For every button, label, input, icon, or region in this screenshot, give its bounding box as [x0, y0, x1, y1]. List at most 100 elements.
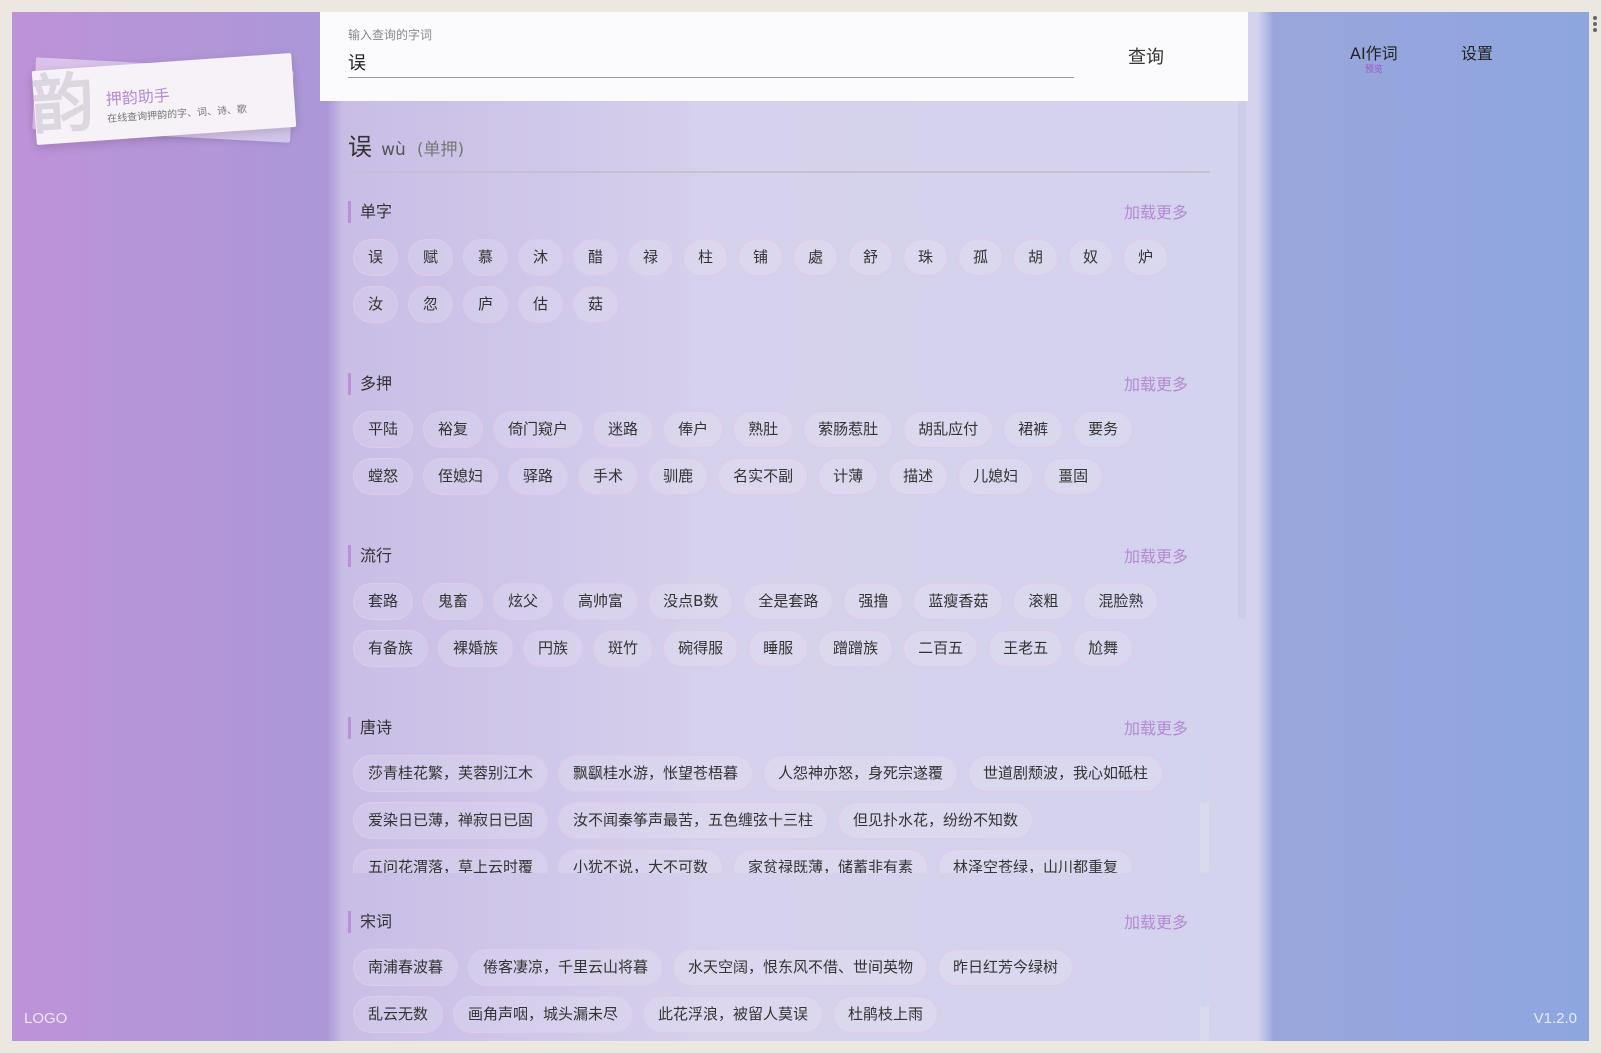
tang-scrollbar[interactable]: [1200, 755, 1209, 803]
rhyme-tag[interactable]: 螳怒: [353, 458, 414, 495]
rhyme-tag[interactable]: 碗得服: [663, 630, 739, 667]
rhyme-tag[interactable]: 畺固: [1043, 458, 1104, 495]
tag-list[interactable]: 南浦春波暮 倦客凄凉，千里云山将暮 水天空阔，恨东风不借、世间英物 昨日红芳今绿树乱云…: [353, 949, 1183, 1041]
rhyme-tag[interactable]: 世道剧颓波，我心如砥柱: [968, 755, 1164, 792]
rhyme-tag[interactable]: 此花浮浪，被留人莫误: [643, 996, 824, 1033]
rhyme-tag[interactable]: 儿媳妇: [958, 458, 1034, 495]
rhyme-tag[interactable]: 名实不副: [718, 458, 809, 495]
nav-settings[interactable]: 设置: [1461, 40, 1493, 64]
rhyme-tag[interactable]: 熟肚: [733, 411, 794, 448]
rhyme-tag[interactable]: 醋: [573, 239, 618, 276]
rhyme-tag[interactable]: 描述: [888, 458, 949, 495]
rhyme-tag[interactable]: 禄: [628, 239, 673, 276]
song-scrollbar[interactable]: [1200, 949, 1209, 1007]
more-options-icon[interactable]: [1593, 14, 1599, 36]
rhyme-tag[interactable]: 迷路: [593, 411, 654, 448]
rhyme-tag[interactable]: 胡乱应付: [903, 411, 994, 448]
rhyme-tag[interactable]: 二百五: [903, 630, 979, 667]
rhyme-tag[interactable]: 杜鹃枝上雨: [833, 996, 939, 1033]
rhyme-tag[interactable]: 套路: [353, 583, 414, 620]
rhyme-tag[interactable]: 有备族: [353, 630, 429, 667]
rhyme-tag[interactable]: 裕复: [423, 411, 484, 448]
rhyme-tag[interactable]: 家贫禄既薄，储蓄非有素: [733, 849, 929, 873]
rhyme-tag[interactable]: 汝不闻秦筝声最苦，五色缠弦十三柱: [558, 802, 829, 839]
load-more-button[interactable]: 加载更多: [1124, 543, 1188, 567]
rhyme-tag[interactable]: 乱云无数: [353, 996, 444, 1033]
rhyme-tag[interactable]: 平陆: [353, 411, 414, 448]
rhyme-tag[interactable]: 忽: [408, 286, 453, 323]
rhyme-tag[interactable]: 莎青桂花繁，芙蓉别江木: [353, 755, 549, 792]
rhyme-tag[interactable]: 驿路: [508, 458, 569, 495]
rhyme-tag[interactable]: 没点B数: [648, 583, 734, 620]
rhyme-tag[interactable]: 孤: [958, 239, 1003, 276]
rhyme-tag[interactable]: 手术: [578, 458, 639, 495]
rhyme-tag[interactable]: 计薄: [818, 458, 879, 495]
rhyme-tag[interactable]: 炫父: [493, 583, 554, 620]
rhyme-tag[interactable]: 但见扑水花，纷纷不知数: [838, 802, 1034, 839]
rhyme-tag[interactable]: 沐: [518, 239, 563, 276]
rhyme-tag[interactable]: 慕: [463, 239, 508, 276]
rhyme-tag[interactable]: 裙裤: [1003, 411, 1064, 448]
rhyme-tag[interactable]: 珠: [903, 239, 948, 276]
rhyme-tag[interactable]: 汝: [353, 286, 398, 323]
rhyme-tag[interactable]: 要务: [1073, 411, 1134, 448]
rhyme-tag[interactable]: 林泽空苍绿，山川都重复: [938, 849, 1134, 873]
rhyme-tag[interactable]: 處: [793, 239, 838, 276]
app-window: 韵 押韵助手 在线查询押韵的字、词、诗、歌 LOGO 输入查询的字词 查询 误 …: [12, 12, 1589, 1041]
rhyme-tag[interactable]: 人怨神亦怒，身死宗遂覆: [763, 755, 959, 792]
rhyme-tag[interactable]: 画角声咽，城头漏未尽: [453, 996, 634, 1033]
rhyme-tag[interactable]: 驯鹿: [648, 458, 709, 495]
rhyme-tag[interactable]: 俸户: [663, 411, 724, 448]
rhyme-tag[interactable]: 胡: [1013, 239, 1058, 276]
version-label: V1.2.0: [1533, 1010, 1577, 1027]
rhyme-tag[interactable]: 庐: [463, 286, 508, 323]
rhyme-tag[interactable]: 奴: [1068, 239, 1113, 276]
load-more-button[interactable]: 加载更多: [1124, 199, 1188, 223]
load-more-button[interactable]: 加载更多: [1124, 371, 1188, 395]
rhyme-tag[interactable]: 倦客凄凉，千里云山将暮: [468, 949, 664, 986]
load-more-button[interactable]: 加载更多: [1124, 715, 1188, 739]
rhyme-tag[interactable]: 尬舞: [1073, 630, 1134, 667]
rhyme-tag[interactable]: 王老五: [988, 630, 1064, 667]
rhyme-tag[interactable]: 柱: [683, 239, 728, 276]
results-scroll-area[interactable]: 误 wù (单押) 单字 加载更多 误赋慕沐醋禄柱铺處舒珠孤胡奴炉汝忽庐估菇 多…: [320, 101, 1248, 1041]
rhyme-tag[interactable]: 强撸: [843, 583, 904, 620]
rhyme-tag[interactable]: 混脸熟: [1083, 583, 1159, 620]
search-input[interactable]: [348, 46, 1074, 78]
load-more-button[interactable]: 加载更多: [1124, 909, 1188, 933]
rhyme-tag[interactable]: 高帅富: [563, 583, 639, 620]
section-title: 单字: [348, 201, 392, 223]
rhyme-tag[interactable]: 水天空阔，恨东风不借、世间英物: [673, 949, 929, 986]
rhyme-tag[interactable]: 萦肠惹肚: [803, 411, 894, 448]
rhyme-tag[interactable]: 全是套路: [743, 583, 834, 620]
rhyme-tag[interactable]: 睡服: [748, 630, 809, 667]
rhyme-tag[interactable]: 炉: [1123, 239, 1168, 276]
rhyme-tag[interactable]: 昨日红芳今绿树: [938, 949, 1074, 986]
rhyme-tag[interactable]: 裸婚族: [438, 630, 514, 667]
rhyme-tag[interactable]: 铺: [738, 239, 783, 276]
section-title: 多押: [348, 373, 392, 395]
rhyme-tag[interactable]: 南浦春波暮: [353, 949, 459, 986]
rhyme-tag[interactable]: 舒: [848, 239, 893, 276]
rhyme-tag[interactable]: 滚粗: [1013, 583, 1074, 620]
search-button[interactable]: 查询: [1110, 38, 1182, 74]
rhyme-tag[interactable]: 菇: [573, 286, 618, 323]
rhyme-tag[interactable]: 円族: [523, 630, 584, 667]
rhyme-tag[interactable]: 倚门窥户: [493, 411, 584, 448]
rhyme-tag[interactable]: 飘飖桂水游，怅望苍梧暮: [558, 755, 754, 792]
rhyme-tag[interactable]: 蓝瘦香菇: [913, 583, 1004, 620]
rhyme-tag[interactable]: 误: [353, 239, 398, 276]
nav-ai-lyrics[interactable]: AI作词 预览: [1350, 40, 1398, 75]
rhyme-tag[interactable]: 小犹不说，大不可数: [558, 849, 724, 873]
rhyme-tag[interactable]: 侄媳妇: [423, 458, 499, 495]
left-panel: 韵 押韵助手 在线查询押韵的字、词、诗、歌 LOGO: [12, 12, 320, 1041]
rhyme-tag[interactable]: 爱染日已薄，禅寂日已固: [353, 802, 549, 839]
rhyme-tag[interactable]: 鬼畜: [423, 583, 484, 620]
rhyme-tag[interactable]: 斑竹: [593, 630, 654, 667]
rhyme-tag[interactable]: 蹭蹭族: [818, 630, 894, 667]
rhyme-tag[interactable]: 五问花渭落，草上云时覆: [353, 849, 549, 873]
rhyme-tag[interactable]: 估: [518, 286, 563, 323]
tag-list[interactable]: 莎青桂花繁，芙蓉别江木 飘飖桂水游，怅望苍梧暮 人怨神亦怒，身死宗遂覆 世道剧颓波，我…: [353, 755, 1183, 873]
main-scrollbar[interactable]: [1238, 101, 1246, 619]
rhyme-tag[interactable]: 赋: [408, 239, 453, 276]
